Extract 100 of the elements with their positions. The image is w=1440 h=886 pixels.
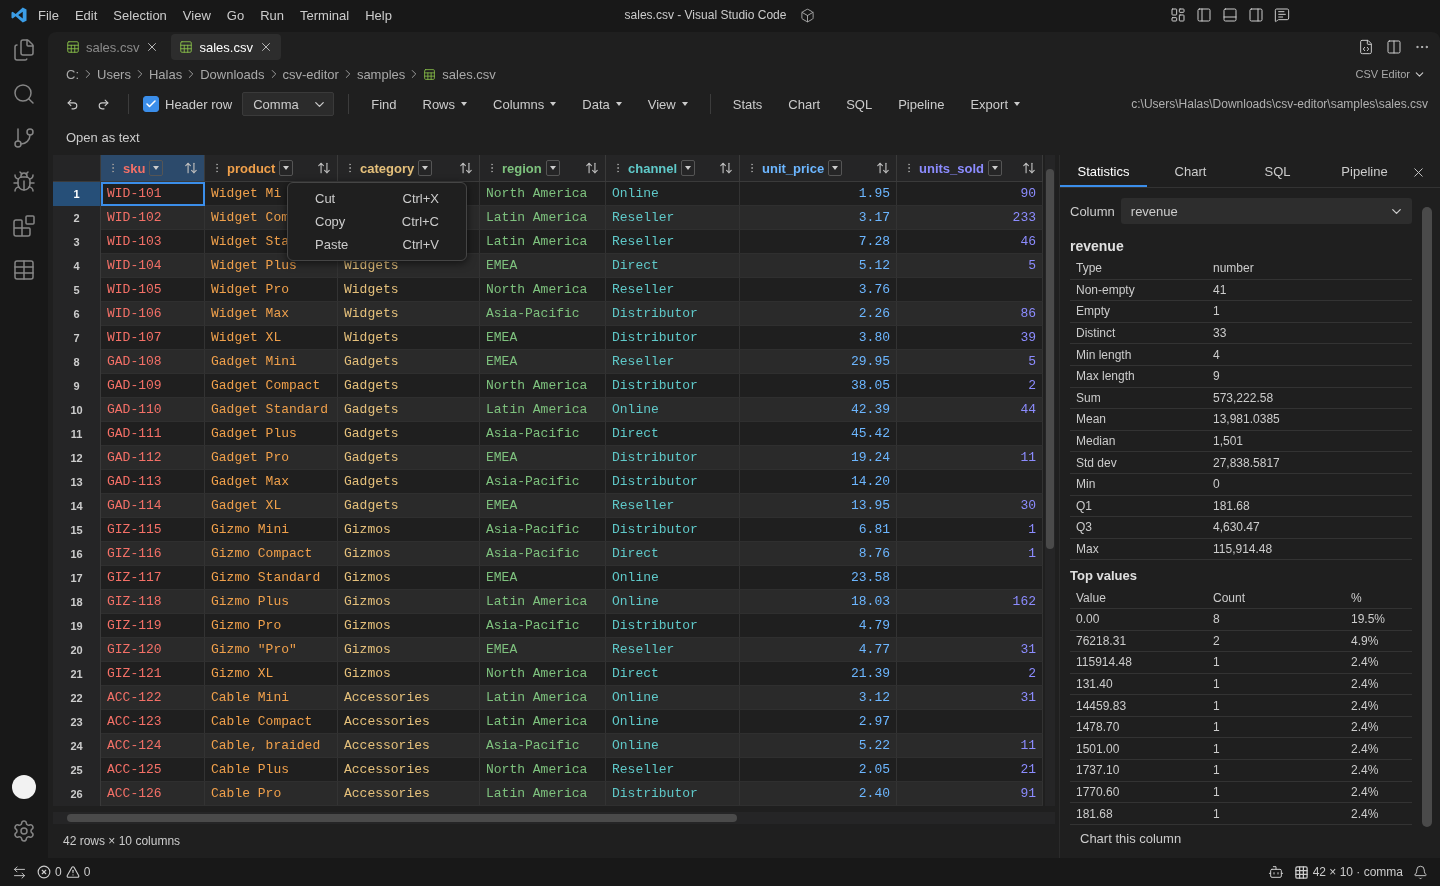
editor-tab[interactable]: sales.csv (58, 34, 168, 60)
breadcrumb-item[interactable]: Halas (148, 66, 183, 82)
toolbar-button[interactable]: Chart (780, 94, 829, 114)
problems-indicator[interactable]: 0 0 (37, 865, 91, 879)
row-number[interactable]: 19 (53, 614, 101, 638)
menu-item[interactable]: Run (254, 5, 290, 25)
column-header[interactable]: product (205, 155, 338, 181)
row-number[interactable]: 10 (53, 398, 101, 422)
editor-tab[interactable]: sales.csv (171, 34, 281, 60)
row-number[interactable]: 20 (53, 638, 101, 662)
grid-info[interactable]: 42 × 10 · comma (1293, 864, 1403, 880)
row-number[interactable]: 23 (53, 710, 101, 734)
layout-icon[interactable] (1170, 7, 1186, 23)
split-editor-icon[interactable] (1386, 39, 1402, 55)
toolbar-button[interactable]: Find (363, 94, 405, 114)
toolbar-button[interactable]: Export (962, 94, 1028, 114)
file-code-icon[interactable] (1358, 39, 1374, 55)
row-number[interactable]: 11 (53, 422, 101, 446)
panel-tab[interactable]: Statistics (1060, 157, 1147, 187)
row-number[interactable]: 9 (53, 374, 101, 398)
row-number[interactable]: 21 (53, 662, 101, 686)
breadcrumb-item[interactable]: csv-editor (282, 66, 339, 82)
avatar[interactable] (12, 775, 36, 799)
panel-tab[interactable]: Chart (1147, 157, 1234, 187)
row-number[interactable]: 16 (53, 542, 101, 566)
open-as-text-link[interactable]: Open as text (48, 122, 140, 153)
column-menu-button[interactable] (149, 160, 164, 176)
row-number[interactable]: 1 (53, 182, 101, 206)
toolbar-button[interactable]: Columns (485, 94, 565, 114)
bell-icon[interactable] (1413, 864, 1428, 880)
bug-icon[interactable] (12, 170, 36, 194)
panel-tab[interactable]: Pipeline (1321, 157, 1408, 187)
menu-item[interactable]: Go (220, 5, 251, 25)
sidebar-right-icon[interactable] (1248, 7, 1264, 23)
breadcrumb-item[interactable]: C: (66, 66, 79, 82)
row-number[interactable]: 3 (53, 230, 101, 254)
branch-icon[interactable] (12, 126, 36, 150)
row-number[interactable]: 4 (53, 254, 101, 278)
menu-item[interactable]: File (32, 5, 65, 25)
row-number[interactable]: 22 (53, 686, 101, 710)
chat-icon[interactable] (1274, 7, 1290, 23)
row-number[interactable]: 7 (53, 326, 101, 350)
row-number[interactable]: 6 (53, 302, 101, 326)
column-menu-button[interactable] (828, 160, 843, 176)
row-number[interactable]: 14 (53, 494, 101, 518)
row-number[interactable]: 5 (53, 278, 101, 302)
panel-tab[interactable]: SQL (1234, 157, 1321, 187)
breadcrumb-item[interactable]: Users (97, 66, 131, 82)
editor-mode-picker[interactable]: CSV Editor (1355, 67, 1426, 81)
header-row-checkbox[interactable] (143, 96, 159, 112)
menu-item[interactable]: View (176, 5, 217, 25)
row-number[interactable]: 17 (53, 566, 101, 590)
breadcrumb-item[interactable]: sales.csv (442, 66, 496, 82)
toolbar-button[interactable]: Rows (414, 94, 475, 114)
remote-icon[interactable] (12, 864, 27, 880)
column-header[interactable]: units_sold (897, 155, 1043, 181)
breadcrumb-item[interactable]: samples (356, 66, 406, 82)
toolbar-button[interactable]: Pipeline (890, 94, 953, 114)
column-header[interactable]: channel (606, 155, 740, 181)
row-number[interactable]: 15 (53, 518, 101, 542)
column-menu-button[interactable] (681, 160, 696, 176)
row-number[interactable]: 8 (53, 350, 101, 374)
panel-bottom-icon[interactable] (1222, 7, 1238, 23)
row-number[interactable]: 13 (53, 470, 101, 494)
scrollbar[interactable] (1045, 155, 1055, 806)
copilot-icon[interactable] (1267, 864, 1284, 880)
column-menu-button[interactable] (545, 160, 560, 176)
column-menu-button[interactable] (279, 160, 294, 176)
scrollbar[interactable] (53, 812, 1055, 824)
row-number[interactable]: 12 (53, 446, 101, 470)
menu-item[interactable]: Help (359, 5, 398, 25)
chart-column-link[interactable]: Chart this column (1080, 830, 1182, 846)
column-menu-button[interactable] (988, 160, 1002, 176)
delimiter-select[interactable]: Comma (242, 92, 335, 116)
toolbar-button[interactable]: Stats (724, 94, 771, 114)
blocks-icon[interactable] (12, 214, 36, 238)
column-select[interactable]: revenue (1120, 198, 1412, 224)
search-icon[interactable] (12, 82, 36, 106)
row-number[interactable]: 24 (53, 734, 101, 758)
breadcrumb-item[interactable]: Downloads (200, 66, 265, 82)
toolbar-button[interactable]: SQL (838, 94, 881, 114)
caret-icon (681, 102, 688, 106)
sidebar-left-icon[interactable] (1196, 7, 1212, 23)
row-number[interactable]: 25 (53, 758, 101, 782)
table-icon[interactable] (12, 258, 36, 282)
toolbar-button[interactable]: View (639, 94, 696, 114)
scrollbar[interactable] (1422, 207, 1432, 827)
row-number[interactable]: 26 (53, 782, 101, 806)
toolbar-button[interactable]: Data (574, 94, 630, 114)
menu-item[interactable]: Terminal (294, 5, 356, 25)
column-header[interactable]: unit_price (740, 155, 897, 181)
column-header[interactable]: category (338, 155, 480, 181)
row-number[interactable]: 18 (53, 590, 101, 614)
row-number[interactable]: 2 (53, 206, 101, 230)
column-menu-button[interactable] (418, 160, 433, 176)
files-icon[interactable] (12, 38, 36, 62)
menu-item[interactable]: Edit (68, 5, 104, 25)
settings-icon[interactable] (12, 819, 36, 843)
menu-item[interactable]: Selection (107, 5, 173, 25)
column-header[interactable]: region (480, 155, 606, 181)
